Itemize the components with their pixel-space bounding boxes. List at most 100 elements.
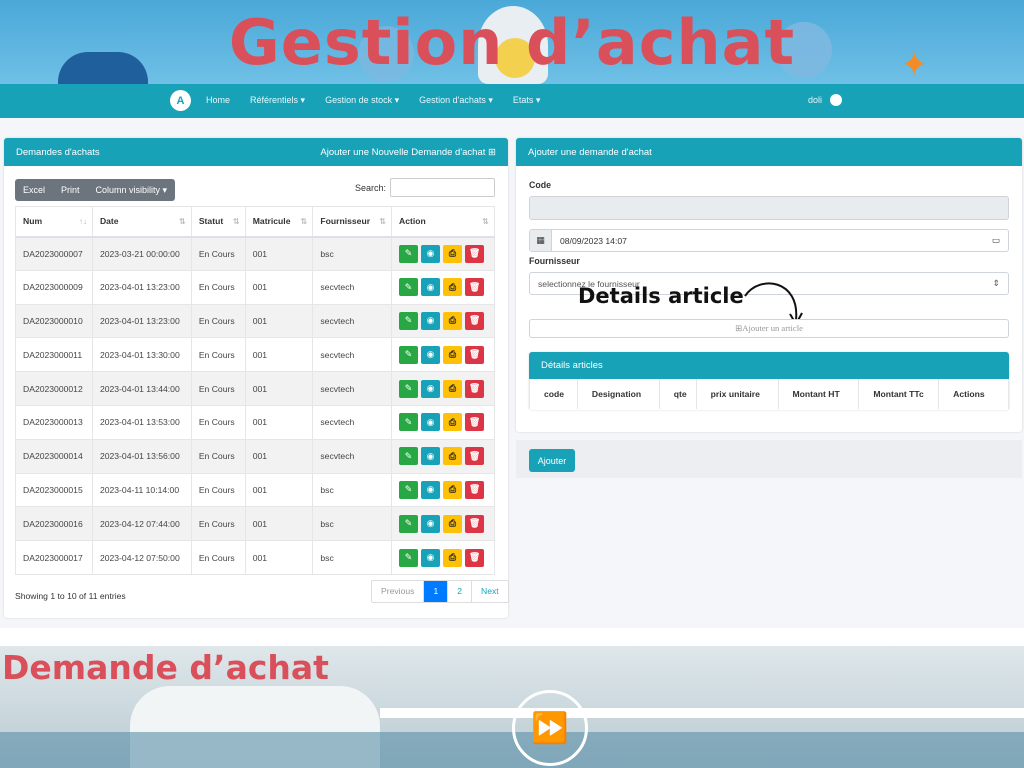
table-row: DA2023000016 2023-04-12 07:44:00 En Cours 0… [15,506,495,542]
table-row: DA2023000011 2023-04-01 13:30:00 En Cours 0… [15,337,495,373]
print-icon[interactable]: ⎙ [443,345,463,364]
column-header[interactable]: Fournisseur ⇅ [312,206,393,238]
column-header[interactable]: Action ⇅ [391,206,495,238]
fournisseur-label: Fournisseur [529,256,580,266]
view-icon[interactable]: ◉ [421,514,441,533]
pagination-page-1[interactable]: 1 [424,581,449,602]
table-row: DA2023000013 2023-04-01 13:53:00 En Cours 0… [15,405,495,440]
cell-statut: En Cours [191,270,246,305]
cell-fournisseur: secvtech [312,337,393,373]
ajouter-button[interactable]: Ajouter [529,449,575,472]
print-icon[interactable]: ⎙ [443,379,463,398]
view-icon[interactable]: ◉ [421,345,441,364]
fast-forward-icon[interactable]: ⏩ [512,690,588,766]
date-field[interactable]: ▦ 08/09/2023 14:07 ▭ [529,229,1009,252]
print-icon[interactable]: ⎙ [443,311,463,330]
edit-icon[interactable]: ✎ [399,379,419,398]
cell-statut: En Cours [191,236,246,271]
print-icon[interactable]: ⎙ [443,447,463,466]
calendar-icon: ▦ [530,230,552,251]
column-header[interactable]: Date ⇅ [92,206,192,238]
view-icon[interactable]: ◉ [421,548,441,567]
search-input[interactable] [390,178,495,197]
add-demande-link[interactable]: Ajouter une Nouvelle Demande d'achat ⊞ [320,147,496,158]
view-icon[interactable]: ◉ [421,447,441,466]
view-icon[interactable]: ◉ [421,480,441,499]
print-icon[interactable]: ⎙ [443,480,463,499]
delete-icon[interactable]: 🗑 [465,548,485,567]
delete-icon[interactable]: 🗑 [465,480,485,499]
delete-icon[interactable]: 🗑 [465,345,485,364]
edit-icon[interactable]: ✎ [399,311,419,330]
excel-button[interactable]: Excel [15,179,53,201]
delete-icon[interactable]: 🗑 [465,447,485,466]
view-icon[interactable]: ◉ [421,311,441,330]
delete-icon[interactable]: 🗑 [465,278,485,297]
column-header[interactable]: Statut ⇅ [191,206,246,238]
list-card-header: Demandes d'achats Ajouter une Nouvelle D… [4,138,508,166]
nav-gestion-achats[interactable]: Gestion d'achats ▾ [419,95,493,106]
pagination-previous[interactable]: Previous [372,581,425,602]
column-visibility-button[interactable]: Column visibility ▾ [88,179,176,201]
sort-icon[interactable]: ⇅ [379,217,386,226]
edit-icon[interactable]: ✎ [399,345,419,364]
table-illustration [380,708,1024,718]
delete-icon[interactable]: 🗑 [465,413,485,432]
pagination-next[interactable]: Next [472,581,508,602]
print-icon[interactable]: ⎙ [443,244,463,263]
print-button[interactable]: Print [53,179,88,201]
column-header-label: Statut [198,216,224,227]
cell-num: DA2023000009 [15,270,93,305]
delete-icon[interactable]: 🗑 [465,379,485,398]
details-articles-title: Détails articles [541,360,603,371]
column-header-label: Fournisseur [320,216,371,227]
nav-referentiels[interactable]: Référentiels ▾ [250,95,305,106]
sort-icon[interactable]: ⇅ [301,217,308,226]
table-row: DA2023000012 2023-04-01 13:44:00 En Cours 0… [15,371,495,406]
edit-icon[interactable]: ✎ [399,278,419,297]
view-icon[interactable]: ◉ [421,244,441,263]
cell-num: DA2023000012 [15,371,93,406]
col-prix-unitaire: prix unitaire [697,379,779,409]
top-banner: ✦ Gestion d’achat [0,0,1024,84]
cell-actions: ✎ ◉ ⎙ 🗑 [391,540,495,575]
nav-gestion-stock[interactable]: Gestion de stock ▾ [325,95,399,106]
form-card-title: Ajouter une demande d'achat [528,146,652,158]
edit-icon[interactable]: ✎ [399,548,419,567]
sort-icon[interactable]: ⇅ [179,217,186,226]
app-logo-icon[interactable]: A [170,90,191,111]
view-icon[interactable]: ◉ [421,278,441,297]
edit-icon[interactable]: ✎ [399,447,419,466]
view-icon[interactable]: ◉ [421,379,441,398]
cell-actions: ✎ ◉ ⎙ 🗑 [391,405,495,440]
print-icon[interactable]: ⎙ [443,548,463,567]
column-header[interactable]: Matricule ⇅ [245,206,314,238]
edit-icon[interactable]: ✎ [399,413,419,432]
print-icon[interactable]: ⎙ [443,413,463,432]
sort-icon[interactable]: ↑↓ [79,217,87,226]
sort-icon[interactable]: ⇅ [233,217,240,226]
cell-num: DA2023000015 [15,473,93,508]
nav-etats[interactable]: Etats ▾ [513,95,541,106]
column-header[interactable]: Num ↑↓ [15,206,93,238]
delete-icon[interactable]: 🗑 [465,244,485,263]
pagination-page-2[interactable]: 2 [448,581,472,602]
delete-icon[interactable]: 🗑 [465,311,485,330]
col-qte: qte [660,379,697,409]
form-footer [516,440,1022,478]
column-header-label: Matricule [252,216,291,227]
add-article-button[interactable]: ⊞Ajouter un article [529,319,1009,338]
print-icon[interactable]: ⎙ [443,278,463,297]
view-icon[interactable]: ◉ [421,413,441,432]
sort-icon[interactable]: ⇅ [482,217,489,226]
edit-icon[interactable]: ✎ [399,244,419,263]
delete-icon[interactable]: 🗑 [465,514,485,533]
calendar-picker-icon[interactable]: ▭ [992,235,1008,246]
cell-date: 2023-04-12 07:44:00 [92,506,192,542]
edit-icon[interactable]: ✎ [399,480,419,499]
nav-home[interactable]: Home [206,95,230,106]
user-menu[interactable]: doli [808,94,843,106]
cell-matricule: 001 [245,270,314,305]
edit-icon[interactable]: ✎ [399,514,419,533]
print-icon[interactable]: ⎙ [443,514,463,533]
